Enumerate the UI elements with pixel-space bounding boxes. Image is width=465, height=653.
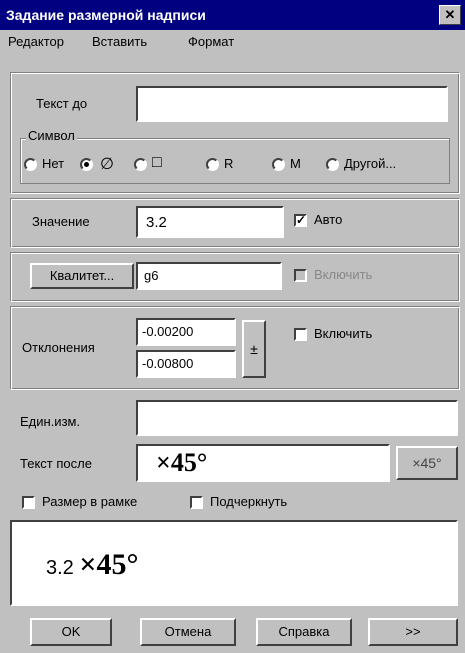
ok-button[interactable]: OK: [30, 618, 112, 646]
text-before-input[interactable]: [136, 86, 448, 122]
deviations-enable-label: Включить: [314, 326, 373, 341]
symbol-option-other: Другой...: [344, 156, 397, 171]
symbol-radio-r[interactable]: [206, 158, 219, 171]
frame-checkbox[interactable]: [22, 496, 35, 509]
title-bar: Задание размерной надписи ✕: [0, 0, 465, 30]
close-icon: ✕: [444, 7, 456, 22]
symbol-radio-square[interactable]: [134, 158, 147, 171]
symbol-radio-other[interactable]: [326, 158, 339, 171]
symbol-radio-diameter[interactable]: [80, 158, 93, 171]
text-after-label: Текст после: [20, 456, 92, 471]
deviations-enable-checkbox[interactable]: [294, 328, 307, 341]
close-button[interactable]: ✕: [439, 5, 461, 25]
symbol-option-none: Нет: [42, 156, 65, 171]
menu-item-format[interactable]: Формат: [188, 34, 234, 49]
qualitet-button[interactable]: Квалитет...: [30, 263, 134, 289]
qualitet-enable-label: Включить: [314, 267, 373, 282]
value-input[interactable]: 3.2: [136, 206, 284, 238]
window-title: Задание размерной надписи: [6, 7, 206, 23]
units-input[interactable]: [136, 400, 458, 436]
plus-minus-button[interactable]: ±: [242, 320, 266, 378]
underline-checkbox[interactable]: [190, 496, 203, 509]
auto-label: Авто: [314, 212, 343, 227]
preview-box: 3.2 ×45°: [10, 520, 458, 606]
symbol-option-r: R: [224, 156, 234, 171]
preview-value: 3.2: [46, 557, 74, 579]
text-before-label: Текст до: [36, 96, 88, 111]
symbol-option-m: M: [290, 156, 301, 171]
underline-label: Подчеркнуть: [210, 494, 288, 509]
text-after-input[interactable]: ×45°: [136, 444, 390, 482]
symbol-group-label: Символ: [26, 128, 77, 143]
units-label: Един.изм.: [20, 414, 81, 429]
help-button[interactable]: Справка: [256, 618, 352, 646]
square-icon: □: [152, 154, 162, 171]
menu-item-insert[interactable]: Вставить: [92, 34, 147, 49]
deviations-label: Отклонения: [22, 340, 95, 355]
preview-suffix: ×45°: [79, 548, 139, 581]
value-label: Значение: [32, 214, 90, 229]
symbol-radio-none[interactable]: [24, 158, 37, 171]
symbol-radio-m[interactable]: [272, 158, 285, 171]
cancel-button[interactable]: Отмена: [140, 618, 236, 646]
qualitet-input[interactable]: g6: [136, 262, 282, 290]
qualitet-enable-checkbox[interactable]: [294, 269, 307, 282]
diameter-icon: ∅: [100, 156, 114, 173]
more-button[interactable]: >>: [368, 618, 458, 646]
menu-bar: Редактор Вставить Формат: [0, 30, 465, 54]
lower-deviation-input[interactable]: -0.00800: [136, 350, 236, 378]
frame-label: Размер в рамке: [42, 494, 138, 509]
auto-checkbox[interactable]: ✓: [294, 214, 307, 227]
menu-item-editor[interactable]: Редактор: [8, 34, 64, 49]
dialog-window: Задание размерной надписи ✕ Редактор Вст…: [0, 0, 465, 653]
upper-deviation-input[interactable]: -0.00200: [136, 318, 236, 346]
times-45-button[interactable]: ×45°: [396, 446, 458, 480]
